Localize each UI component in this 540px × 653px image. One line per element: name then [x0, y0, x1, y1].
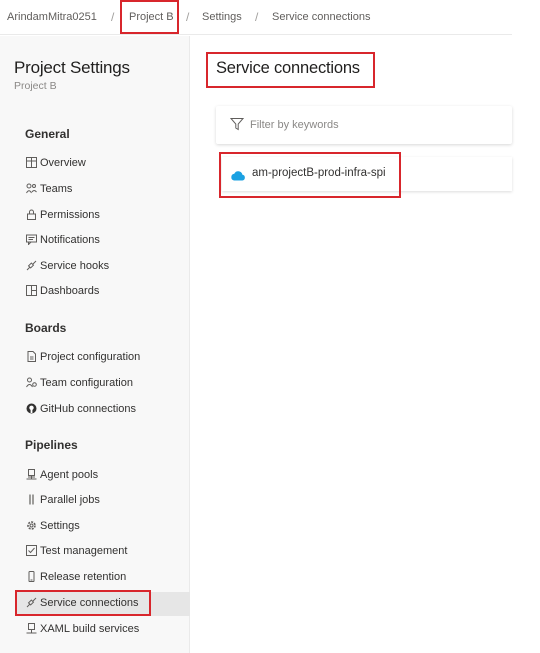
test-icon: [25, 545, 37, 557]
sidebar-item-parallel-jobs[interactable]: Parallel jobs: [16, 489, 190, 513]
highlight-box-project: [120, 0, 179, 34]
sidebar-item-label: XAML build services: [40, 623, 140, 635]
sidebar-item-release-retention[interactable]: Release retention: [16, 566, 190, 590]
sidebar-item-label: Permissions: [40, 209, 100, 221]
highlight-box-page-title: [206, 52, 375, 88]
breadcrumb-service-connections[interactable]: Service connections: [272, 11, 370, 23]
filter-bar[interactable]: Filter by keywords: [216, 106, 512, 144]
sidebar-item-test-management[interactable]: Test management: [16, 540, 190, 564]
sidebar-item-label: Notifications: [40, 234, 100, 246]
sidebar-item-label: Teams: [40, 183, 73, 195]
sidebar-item-label: Agent pools: [40, 469, 99, 481]
github-icon: [25, 403, 37, 415]
breadcrumb-settings[interactable]: Settings: [202, 11, 242, 23]
sidebar-item-label: Service hooks: [40, 260, 110, 272]
sidebar-item-label: Dashboards: [40, 285, 100, 297]
sidebar-item-settings[interactable]: Settings: [16, 515, 190, 539]
sidebar-item-label: Settings: [40, 520, 80, 532]
sidebar-item-label: Project configuration: [40, 351, 141, 363]
sidebar-item-teams[interactable]: Teams: [16, 178, 190, 202]
breadcrumb-org[interactable]: ArindamMitra0251: [7, 11, 97, 23]
sidebar-item-permissions[interactable]: Permissions: [16, 204, 190, 228]
team-config-icon: [25, 377, 37, 389]
sidebar-item-label: Parallel jobs: [40, 494, 100, 506]
highlight-box-service-connection: [219, 152, 401, 198]
sidebar-item-label: Release retention: [40, 571, 127, 583]
parallel-icon: [25, 494, 37, 506]
agent-pool-icon: [25, 469, 37, 481]
lock-icon: [25, 209, 37, 221]
document-icon: [25, 351, 37, 363]
sidebar-item-label: Overview: [40, 157, 86, 169]
filter-icon: [229, 117, 245, 131]
sidebar-item-notifications[interactable]: Notifications: [16, 229, 190, 253]
sidebar-item-github-connections[interactable]: GitHub connections: [16, 398, 190, 422]
phone-icon: [25, 571, 37, 583]
sidebar-subtitle: Project B: [14, 80, 57, 92]
sidebar-item-project-configuration[interactable]: Project configuration: [16, 346, 190, 370]
sidebar-title: Project Settings: [14, 58, 130, 77]
group-title-boards: Boards: [25, 321, 67, 335]
group-title-general: General: [25, 127, 70, 141]
sidebar-item-xaml-build-services[interactable]: XAML build services: [16, 618, 190, 642]
notifications-icon: [25, 234, 37, 246]
breadcrumb-separator: /: [186, 10, 190, 24]
sidebar-item-label: GitHub connections: [40, 403, 136, 415]
service-hooks-icon: [25, 260, 37, 272]
sidebar-item-overview[interactable]: Overview: [16, 152, 190, 176]
filter-input[interactable]: Filter by keywords: [250, 119, 339, 131]
breadcrumb: ArindamMitra0251 / Project B / Settings …: [0, 0, 512, 35]
sidebar-item-team-configuration[interactable]: Team configuration: [16, 372, 190, 396]
teams-icon: [25, 183, 37, 195]
sidebar-item-agent-pools[interactable]: Agent pools: [16, 464, 190, 488]
dashboards-icon: [25, 285, 37, 297]
gear-icon: [25, 520, 37, 532]
group-title-pipelines: Pipelines: [25, 438, 78, 452]
breadcrumb-separator: /: [255, 10, 259, 24]
highlight-box-service-connections-nav: [15, 590, 151, 616]
project-settings-sidebar: Project Settings Project B General Overv…: [0, 36, 190, 653]
sidebar-item-service-hooks[interactable]: Service hooks: [16, 255, 190, 279]
build-icon: [25, 623, 37, 635]
sidebar-item-dashboards[interactable]: Dashboards: [16, 280, 190, 304]
breadcrumb-separator: /: [111, 10, 115, 24]
sidebar-item-label: Test management: [40, 545, 128, 557]
overview-icon: [25, 157, 37, 169]
sidebar-item-label: Team configuration: [40, 377, 133, 389]
